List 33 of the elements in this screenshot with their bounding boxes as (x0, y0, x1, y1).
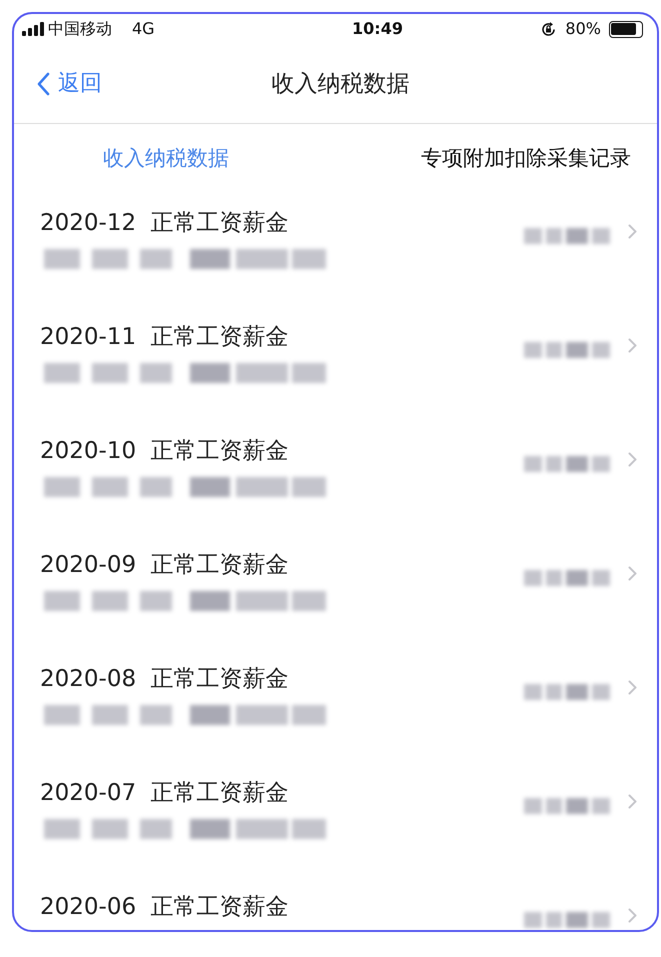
chevron-right-icon (628, 452, 637, 467)
chevron-right-icon (628, 566, 637, 581)
record-row[interactable]: 2020-10 正常工资薪金 (14, 422, 657, 536)
back-button[interactable]: 返回 (14, 67, 102, 100)
chevron-left-icon (36, 72, 50, 96)
record-row[interactable]: 2020-06 正常工资薪金 (14, 878, 657, 930)
battery-icon (608, 20, 643, 38)
record-title: 2020-10 正常工资薪金 (40, 437, 290, 466)
clock-time: 10:49 (352, 18, 403, 40)
record-title: 2020-11 正常工资薪金 (40, 323, 290, 352)
chevron-right-icon (628, 908, 637, 923)
chevron-right-icon (628, 224, 637, 239)
record-title: 2020-07 正常工资薪金 (40, 779, 290, 808)
record-row[interactable]: 2020-07 正常工资薪金 (14, 764, 657, 878)
tab[interactable]: 收入纳税数据 (103, 143, 229, 175)
rotation-lock-icon (540, 20, 558, 38)
record-title: 2020-06 正常工资薪金 (40, 893, 290, 922)
network-type: 4G (132, 18, 155, 40)
record-title: 2020-08 正常工资薪金 (40, 665, 290, 694)
record-title: 2020-12 正常工资薪金 (40, 209, 290, 238)
chevron-right-icon (628, 680, 637, 695)
page-title: 收入纳税数据 (272, 69, 410, 98)
chevron-right-icon (628, 794, 637, 809)
record-row[interactable]: 2020-11 正常工资薪金 (14, 308, 657, 422)
signal-icon (22, 22, 44, 36)
record-row[interactable]: 2020-08 正常工资薪金 (14, 650, 657, 764)
record-row[interactable]: 2020-09 正常工资薪金 (14, 536, 657, 650)
carrier-name: 中国移动 (48, 18, 112, 40)
record-row[interactable]: 2020-12 正常工资薪金 (14, 194, 657, 308)
record-title: 2020-09 正常工资薪金 (40, 551, 290, 580)
chevron-right-icon (628, 338, 637, 353)
tab[interactable]: 专项附加扣除采集记录 (421, 143, 631, 175)
battery-percent: 80% (565, 18, 601, 40)
